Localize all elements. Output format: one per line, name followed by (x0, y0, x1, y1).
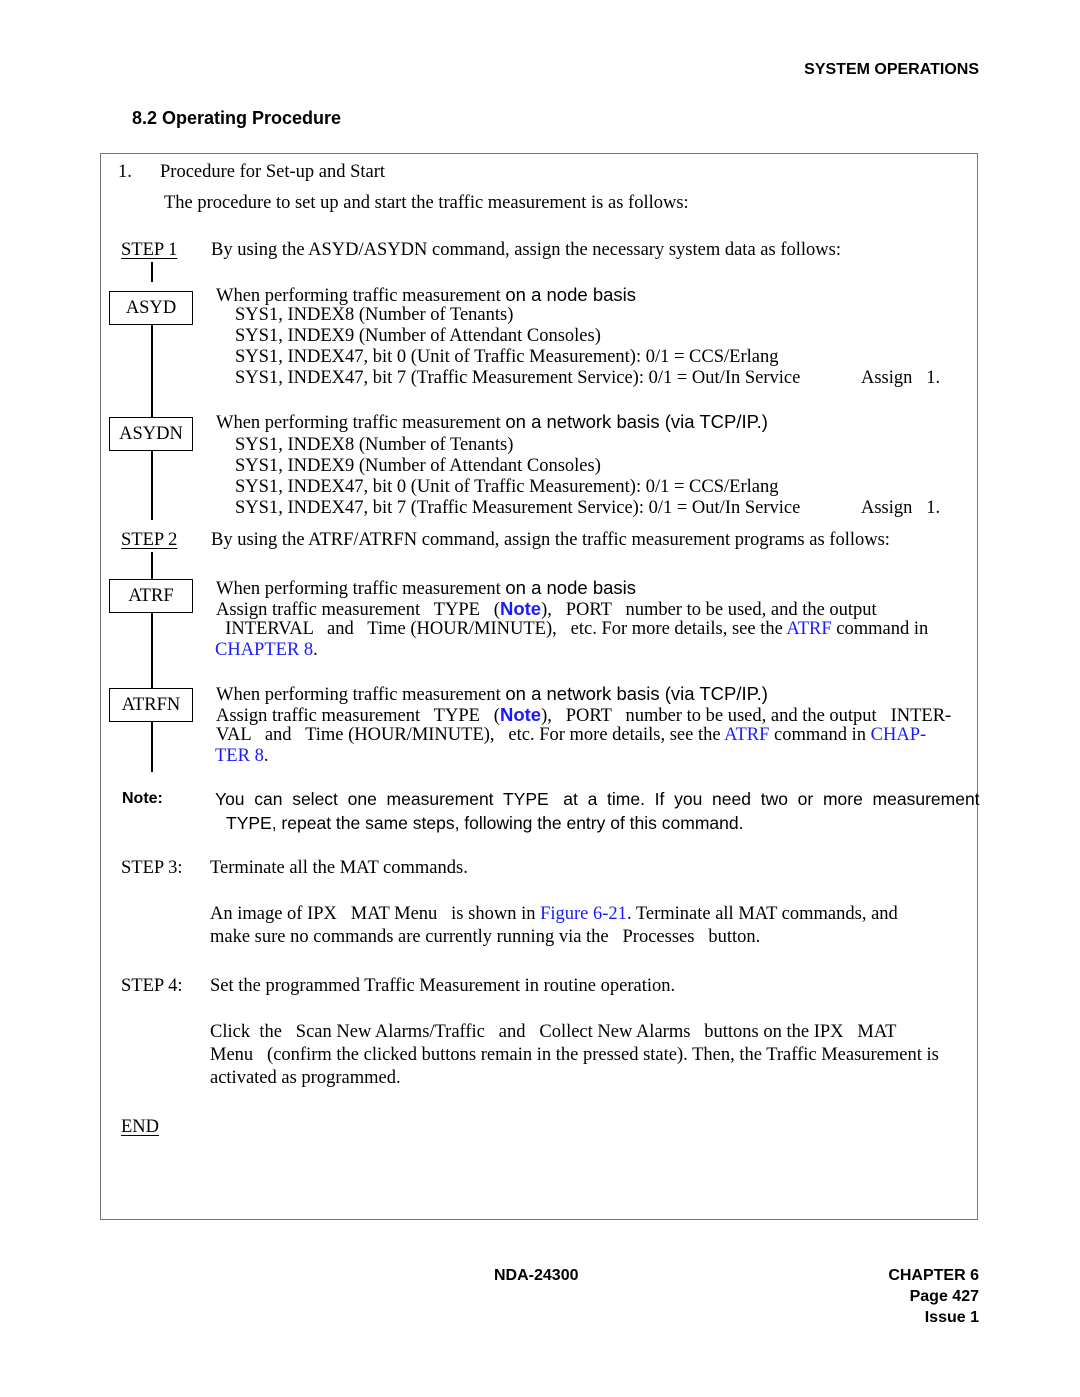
note-label: Note: (122, 790, 163, 807)
atrf-line2-text: INTERVAL and Time (HOUR/MINUTE), etc. Fo… (216, 619, 787, 639)
atrfn-heading: When performing traffic measurement on a… (216, 683, 768, 706)
step3-para-line2: make sure no commands are currently runn… (210, 927, 761, 947)
footer-page: Page 427 (909, 1288, 979, 1305)
asyd-heading-lead: When performing traffic measurement (216, 286, 506, 306)
atrfn-line2: VAL and Time (HOUR/MINUTE), etc. For mor… (216, 725, 926, 746)
step1-label: STEP 1 (121, 240, 178, 260)
asydn-heading-basis: on a network basis (via TCP/IP.) (505, 411, 768, 432)
asyd-line: SYS1, INDEX47, bit 7 (Traffic Measuremen… (235, 368, 801, 388)
step4-label: STEP 4: (121, 976, 183, 996)
atrfn-line2-text-end: command in (769, 725, 871, 745)
note-line1: You can select one measurement TYPE at a… (215, 789, 980, 809)
atrf-line1-text: Assign traffic measurement TYPE ( (216, 600, 500, 620)
atrfn-heading-basis: on a network basis (via TCP/IP.) (505, 683, 768, 704)
running-header: SYSTEM OPERATIONS (804, 61, 979, 78)
chapter-8-link-continued[interactable]: TER 8 (215, 746, 264, 766)
footer-chapter: CHAPTER 6 (888, 1267, 979, 1284)
asydn-heading-lead: When performing traffic measurement (216, 413, 506, 433)
atrfn-command-label: ATRFN (121, 694, 181, 715)
step3-para-text: An image of IPX MAT Menu is shown in (210, 904, 541, 924)
step3-para-text-end: . Terminate all MAT commands, and (626, 904, 898, 924)
asyd-command-box: ASYD (109, 291, 193, 325)
atrfn-command-box: ATRFN (109, 688, 193, 722)
note-line2: TYPE, repeat the same steps, following t… (226, 813, 744, 833)
procedure-item-number: 1. (118, 162, 132, 182)
chapter-8-link[interactable]: CHAP- (871, 725, 927, 745)
step2-label: STEP 2 (121, 530, 178, 550)
procedure-item-title: Procedure for Set-up and Start (160, 162, 386, 182)
atrfn-line1: Assign traffic measurement TYPE (Note), … (216, 704, 951, 727)
asyd-line: SYS1, INDEX9 (Number of Attendant Consol… (235, 326, 601, 346)
atrf-line2: INTERVAL and Time (HOUR/MINUTE), etc. Fo… (216, 619, 928, 640)
atrfn-heading-lead: When performing traffic measurement (216, 685, 506, 705)
atrfn-line1-text-end: ), PORT number to be used, and the outpu… (541, 706, 952, 726)
atrf-line3: CHAPTER 8. (215, 640, 318, 661)
step4-para-line: Click the Scan New Alarms/Traffic and Co… (210, 1022, 897, 1042)
asyd-assign: Assign 1. (861, 368, 941, 388)
atrf-heading-lead: When performing traffic measurement (216, 579, 506, 599)
asydn-line: SYS1, INDEX47, bit 7 (Traffic Measuremen… (235, 498, 801, 518)
atrf-note-link[interactable]: Note (500, 598, 541, 619)
asyd-heading: When performing traffic measurement on a… (216, 284, 636, 307)
atrf-line2-text-end: command in (831, 619, 929, 639)
flow-line (151, 262, 153, 282)
step3-para-line1: An image of IPX MAT Menu is shown in Fig… (210, 904, 898, 925)
atrf-command-box: ATRF (109, 579, 193, 613)
asydn-assign: Assign 1. (861, 498, 941, 518)
asydn-heading: When performing traffic measurement on a… (216, 411, 768, 434)
end-label: END (121, 1117, 160, 1137)
flow-line (151, 552, 153, 580)
procedure-intro: The procedure to set up and start the tr… (164, 193, 689, 213)
atrf-line1: Assign traffic measurement TYPE (Note), … (216, 598, 877, 621)
asydn-line: SYS1, INDEX8 (Number of Tenants) (235, 435, 514, 455)
asyd-command-label: ASYD (125, 297, 177, 318)
chapter-8-link[interactable]: CHAPTER 8 (215, 640, 313, 660)
step3-text: Terminate all the MAT commands. (210, 858, 468, 878)
step2-text: By using the ATRF/ATRFN command, assign … (211, 530, 890, 550)
asydn-line: SYS1, INDEX47, bit 0 (Unit of Traffic Me… (235, 477, 779, 497)
atrfn-note-link[interactable]: Note (500, 704, 541, 725)
asydn-command-box: ASYDN (109, 417, 193, 451)
atrf-line3-period: . (313, 640, 318, 660)
asydn-line: SYS1, INDEX9 (Number of Attendant Consol… (235, 456, 601, 476)
step3-label: STEP 3: (121, 858, 183, 878)
atrf-heading: When performing traffic measurement on a… (216, 577, 636, 600)
step4-para-line: Menu (confirm the clicked buttons remain… (210, 1045, 939, 1065)
step1-text: By using the ASYD/ASYDN command, assign … (211, 240, 841, 260)
footer-issue: Issue 1 (924, 1309, 979, 1326)
atrf-line1-text-end: ), PORT number to be used, and the outpu… (541, 600, 877, 620)
asyd-heading-basis: on a node basis (505, 284, 637, 305)
atrf-command-label: ATRF (128, 585, 174, 606)
atrfn-line1-text: Assign traffic measurement TYPE ( (216, 706, 500, 726)
figure-6-21-link[interactable]: Figure 6-21 (540, 904, 627, 924)
flow-line (151, 324, 153, 420)
atrfn-line3-period: . (263, 746, 269, 766)
step4-text: Set the programmed Traffic Measurement i… (210, 976, 676, 996)
asyd-line: SYS1, INDEX8 (Number of Tenants) (235, 305, 514, 325)
atrfn-line2-text: VAL and Time (HOUR/MINUTE), etc. For mor… (216, 725, 725, 745)
footer-doc-number: NDA-24300 (494, 1267, 579, 1284)
atrfn-command-link[interactable]: ATRF (724, 725, 769, 745)
asydn-command-label: ASYDN (119, 423, 183, 444)
flow-line (151, 612, 153, 688)
flow-line (151, 450, 153, 520)
asyd-line: SYS1, INDEX47, bit 0 (Unit of Traffic Me… (235, 347, 779, 367)
atrfn-line3: TER 8. (215, 746, 268, 767)
step4-para-line: activated as programmed. (210, 1068, 401, 1088)
section-title: 8.2 Operating Procedure (132, 108, 342, 128)
atrf-command-link[interactable]: ATRF (786, 619, 831, 639)
flow-line (151, 720, 153, 772)
atrf-heading-basis: on a node basis (505, 577, 637, 598)
